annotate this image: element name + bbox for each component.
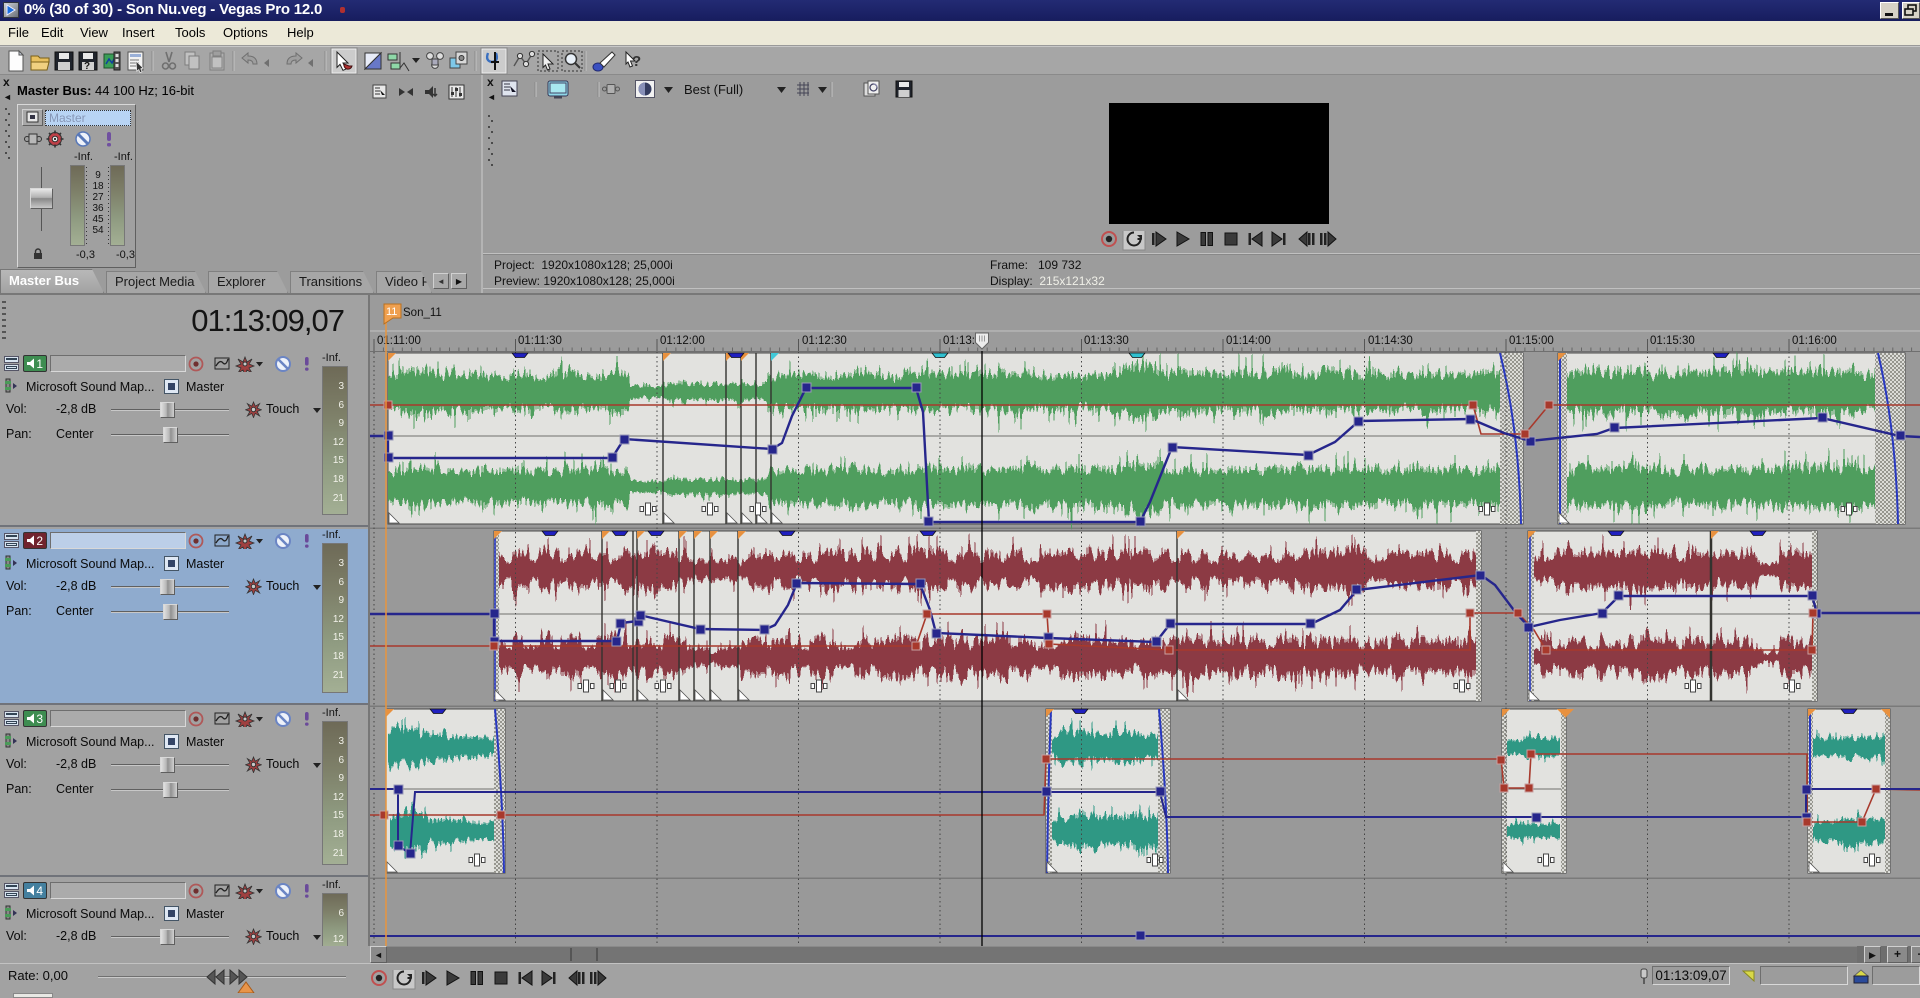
svg-text:01:16:00: 01:16:00 xyxy=(1792,335,1837,347)
svg-text:01:11:30: 01:11:30 xyxy=(518,335,562,347)
svg-text:01:13:30: 01:13:30 xyxy=(1084,335,1129,347)
svg-text:Best (Full): Best (Full) xyxy=(684,82,743,97)
svg-text:01:12:00: 01:12:00 xyxy=(660,335,705,347)
svg-text:?: ? xyxy=(84,61,90,72)
svg-text:?: ? xyxy=(632,53,641,70)
svg-text:01:12:30: 01:12:30 xyxy=(802,335,847,347)
svg-text:01:15:00: 01:15:00 xyxy=(1509,335,1554,347)
svg-text:01:14:30: 01:14:30 xyxy=(1368,335,1413,347)
svg-text:01:11:00: 01:11:00 xyxy=(377,335,421,347)
svg-text:Son_11: Son_11 xyxy=(403,307,442,319)
svg-text:11: 11 xyxy=(386,306,397,318)
svg-text:01:14:00: 01:14:00 xyxy=(1226,335,1271,347)
svg-text:01:15:30: 01:15:30 xyxy=(1650,335,1695,347)
